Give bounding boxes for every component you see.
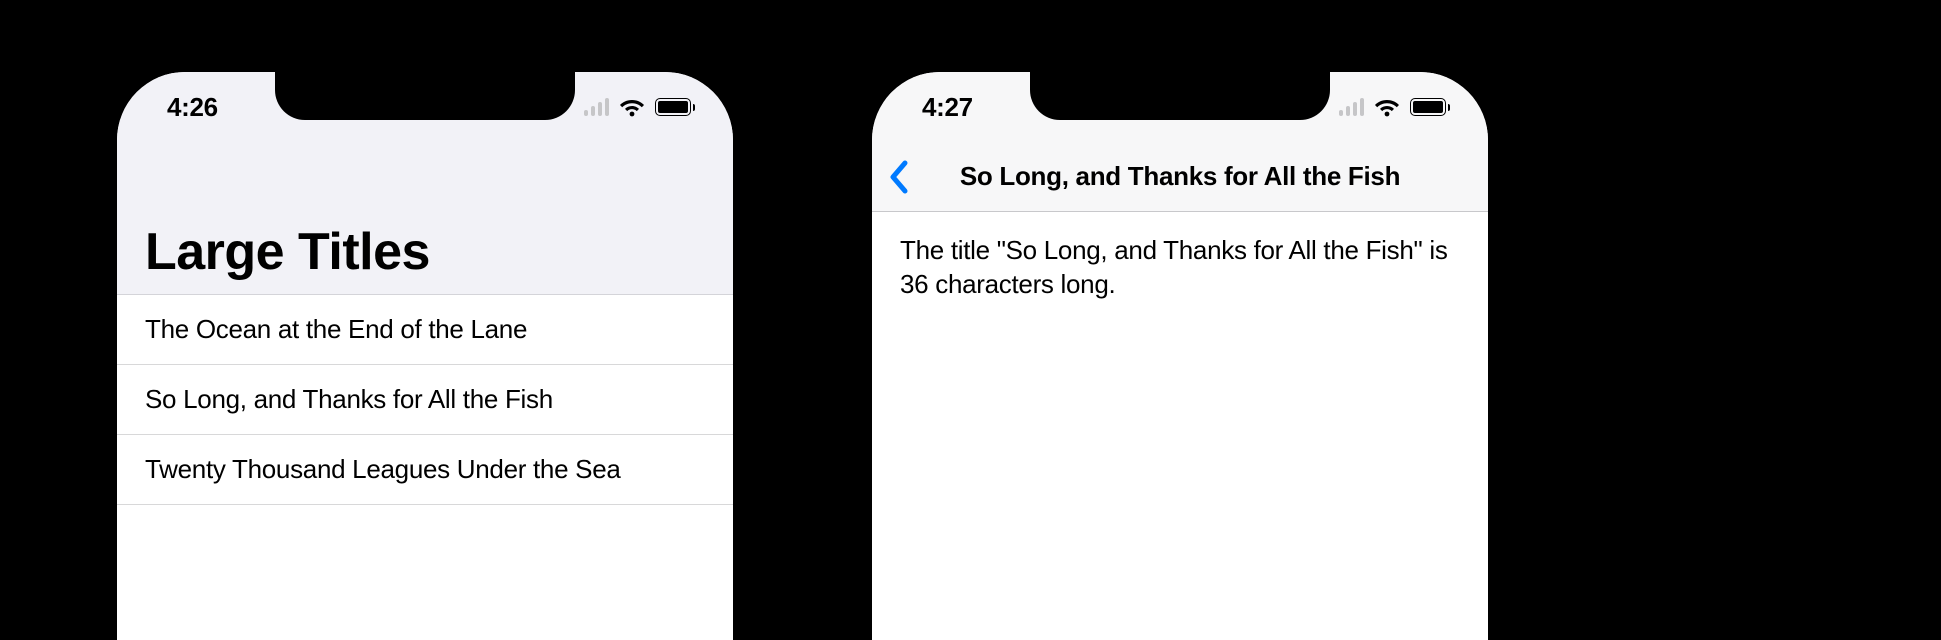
volume-down-button <box>840 375 850 460</box>
battery-icon <box>655 98 695 116</box>
wifi-icon <box>1374 97 1400 117</box>
list-item[interactable]: So Long, and Thanks for All the Fish <box>117 365 733 435</box>
back-button[interactable] <box>888 159 910 195</box>
wifi-icon <box>619 97 645 117</box>
list-item[interactable]: The Ocean at the End of the Lane <box>117 295 733 365</box>
detail-text: The title "So Long, and Thanks for All t… <box>872 212 1488 324</box>
notch <box>1030 72 1330 120</box>
screen: 4:27 <box>872 72 1488 640</box>
status-time: 4:27 <box>922 92 973 123</box>
notch <box>275 72 575 120</box>
status-time: 4:26 <box>167 92 218 123</box>
volume-down-button <box>85 375 95 460</box>
side-button <box>1510 270 1520 410</box>
screen: 4:26 Large Titles <box>117 72 733 640</box>
page-title: Large Titles <box>145 222 705 282</box>
mute-switch <box>840 190 850 230</box>
side-button <box>755 270 765 410</box>
cellular-icon <box>584 98 610 116</box>
volume-up-button <box>85 260 95 345</box>
battery-icon <box>1410 98 1450 116</box>
phone-mockup-right: 4:27 <box>850 50 1510 640</box>
phone-mockup-left: 4:26 Large Titles <box>95 50 755 640</box>
navigation-title: So Long, and Thanks for All the Fish <box>960 161 1400 192</box>
navigation-bar-large: Large Titles <box>117 142 733 295</box>
list-item[interactable]: Twenty Thousand Leagues Under the Sea <box>117 435 733 505</box>
cellular-icon <box>1339 98 1365 116</box>
volume-up-button <box>840 260 850 345</box>
navigation-bar: So Long, and Thanks for All the Fish <box>872 142 1488 212</box>
mute-switch <box>85 190 95 230</box>
table-view[interactable]: The Ocean at the End of the Lane So Long… <box>117 295 733 505</box>
